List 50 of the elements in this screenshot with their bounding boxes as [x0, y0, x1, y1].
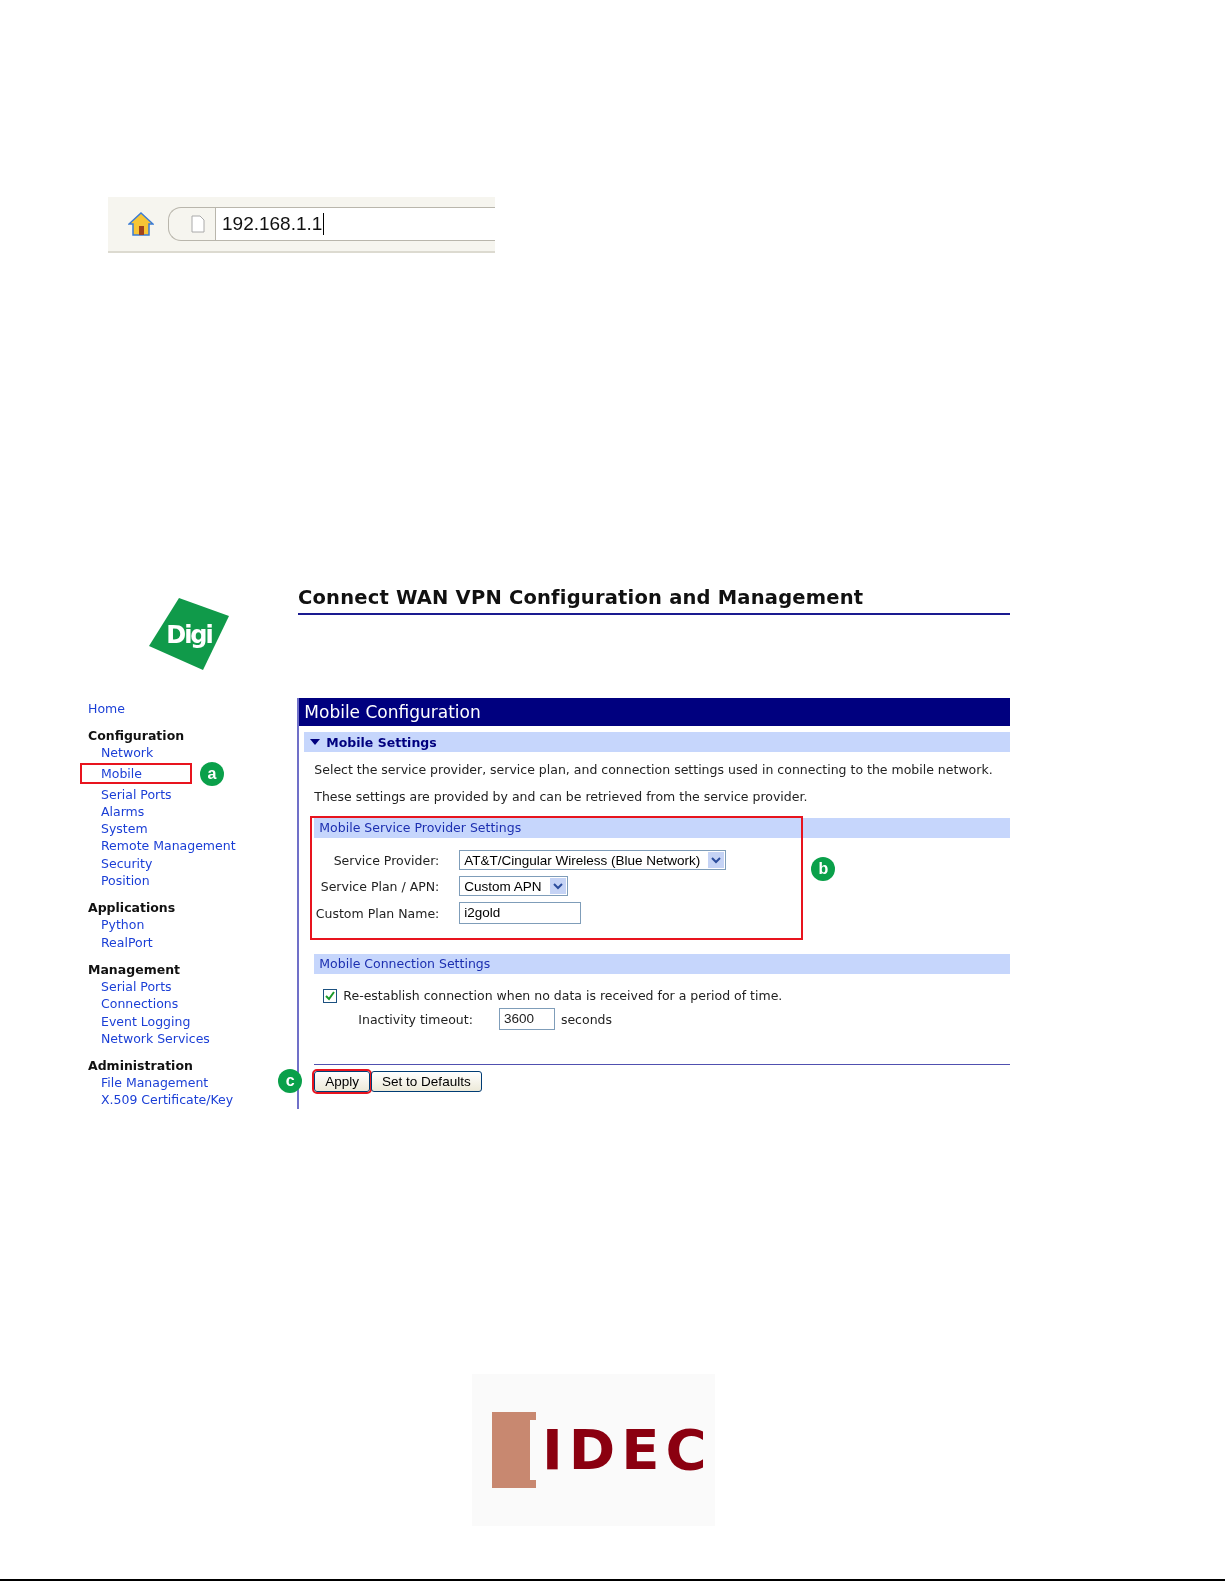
chevron-down-icon: [711, 856, 722, 864]
nav-section-title: Management: [88, 960, 180, 978]
annotation-badge: c: [278, 1069, 303, 1093]
description-text: Select the service provider, service plan, and connection settings used in connecting to the mobile network.: [314, 761, 994, 779]
defaults-button[interactable]: Set to Defaults: [371, 1071, 482, 1092]
select-field[interactable]: AT&T/Cingular Wireless (Blue Network): [459, 850, 727, 870]
unit-label: seconds: [560, 1011, 612, 1027]
field-label: Custom Plan Name:: [314, 905, 441, 921]
input-field[interactable]: i2gold: [459, 902, 582, 924]
nav-link[interactable]: Remote Management: [101, 837, 236, 855]
panel-title: Mobile Configuration: [299, 698, 1010, 726]
nav-link[interactable]: Network: [101, 744, 154, 762]
annotation-badge: a: [200, 761, 224, 786]
nav-link[interactable]: Security: [101, 854, 153, 873]
logo: Digi: [147, 596, 231, 672]
checkbox[interactable]: [323, 988, 338, 1003]
nav-link[interactable]: Alarms: [101, 802, 145, 821]
nav-section-title: Configuration: [88, 727, 185, 745]
select-field[interactable]: Custom APN: [459, 876, 568, 896]
nav-link[interactable]: Network Services: [101, 1029, 210, 1048]
nav-link[interactable]: System: [101, 820, 148, 838]
nav-link[interactable]: Home: [88, 700, 298, 718]
nav-link[interactable]: Serial Ports: [101, 977, 172, 996]
page-icon: [191, 215, 205, 233]
description-text: These settings are provided by and can be retrieved from the service provider.: [314, 788, 809, 806]
nav-link[interactable]: Serial Ports: [101, 785, 172, 803]
field-label: Inactivity timeout:: [358, 1011, 473, 1027]
nav-link[interactable]: Connections: [101, 995, 179, 1013]
chevron-down-icon: [552, 882, 563, 890]
home-icon[interactable]: [128, 212, 154, 236]
group-header: Mobile Connection Settings: [314, 954, 1010, 974]
url-field[interactable]: 192.168.1.1: [215, 207, 495, 241]
input-field[interactable]: 3600: [498, 1008, 555, 1030]
page-title: Connect WAN VPN Configuration and Management: [298, 586, 1010, 615]
field-label: Service Provider:: [332, 852, 441, 868]
annotation-badge: b: [811, 857, 836, 881]
nav-link[interactable]: X.509 Certificate/Key: [101, 1091, 234, 1109]
nav-section-title: Administration: [88, 1057, 193, 1075]
nav-link[interactable]: Mobile: [101, 764, 142, 783]
apply-button[interactable]: Apply: [314, 1071, 371, 1092]
nav-link[interactable]: File Management: [101, 1074, 209, 1092]
nav-link[interactable]: Event Logging: [101, 1012, 191, 1030]
section-header[interactable]: Mobile Settings: [304, 732, 1010, 752]
group-header: Mobile Service Provider Settings: [314, 818, 1010, 838]
nav-link[interactable]: RealPort: [101, 933, 153, 951]
checkbox-label: Re-establish connection when no data is received for a period of time.: [343, 988, 783, 1003]
nav-section-title: Applications: [88, 899, 176, 917]
nav-link[interactable]: Position: [101, 872, 150, 890]
field-label: Service Plan / APN:: [319, 878, 441, 894]
nav-link[interactable]: Python: [101, 916, 145, 934]
